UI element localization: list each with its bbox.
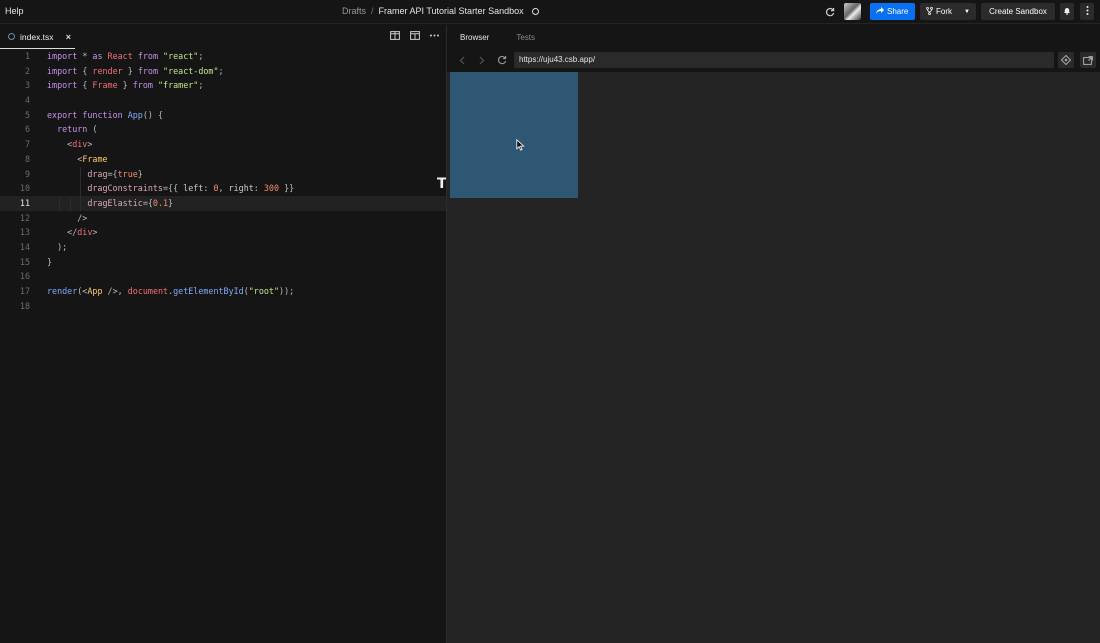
code-text: import { render } from "react-dom"; (47, 65, 224, 76)
code-area[interactable]: 1 import * as React from "react"; 2 import… (0, 49, 446, 313)
bell-icon (1063, 7, 1071, 17)
line-number: 5 (24, 109, 30, 120)
code-line: 8 <Frame (0, 152, 446, 167)
code-line: 14 ); (0, 240, 446, 255)
fork-icon (926, 6, 933, 17)
code-editor: index.tsx × 1 import * as React from "rea… (0, 25, 447, 643)
line-number: 7 (24, 139, 30, 150)
line-number: 1 (24, 51, 30, 61)
code-text: render(<App />, document.getElementById(… (47, 286, 295, 296)
share-icon (876, 7, 884, 16)
code-line: 16 (0, 269, 446, 284)
line-number: 17 (19, 286, 30, 296)
code-line: 3 import { Frame } from "framer"; (0, 78, 446, 93)
line-number: 9 (24, 168, 30, 179)
close-icon[interactable]: × (66, 32, 71, 42)
top-bar: Help Drafts / Framer API Tutorial Starte… (0, 0, 1100, 24)
editor-actions (389, 30, 440, 41)
code-text: ); (57, 241, 68, 252)
code-line: 5 export function App() { (0, 108, 446, 123)
preview-pane: Browser Tests (447, 25, 1100, 643)
open-new-window-icon[interactable] (1080, 52, 1096, 68)
code-text: <Frame (77, 153, 108, 164)
code-text: import * as React from "react"; (47, 51, 204, 61)
browser-url-bar (447, 49, 1100, 71)
globe-icon (531, 7, 539, 15)
url-actions (1058, 52, 1096, 68)
sandbox-title[interactable]: Framer API Tutorial Starter Sandbox (379, 6, 524, 16)
code-text: dragConstraints={{ left: 0, right: 300 }… (87, 183, 295, 194)
browser-viewport (447, 72, 1100, 643)
code-text: export function App() { (47, 109, 164, 120)
layout-icon[interactable] (409, 30, 420, 41)
url-input[interactable] (514, 52, 1054, 68)
code-line: 1 import * as React from "react"; (0, 49, 446, 64)
line-number: 16 (19, 271, 30, 282)
line-number: 11 (19, 197, 30, 208)
line-number: 15 (19, 256, 30, 267)
code-line: 10 dragConstraints={{ left: 0, right: 30… (0, 181, 446, 196)
tab-tests[interactable]: Tests (516, 33, 535, 42)
code-line: 12 /> (0, 211, 446, 226)
menu-help[interactable]: Help (5, 6, 24, 16)
code-line: 9 drag={true} (0, 166, 446, 182)
breadcrumb-drafts[interactable]: Drafts (342, 6, 366, 16)
fork-label: Fork (936, 7, 952, 16)
code-text: <div> (67, 139, 93, 150)
line-number: 2 (24, 65, 30, 76)
back-arrow-icon[interactable] (457, 55, 467, 65)
line-number: 3 (24, 80, 30, 91)
share-button[interactable]: Share (870, 3, 915, 20)
split-view-icon[interactable] (389, 30, 400, 41)
code-line: 15} (0, 255, 446, 270)
line-number: 12 (19, 212, 30, 223)
tab-index-tsx[interactable]: index.tsx × (0, 25, 75, 49)
line-number: 13 (19, 227, 30, 238)
refresh-icon[interactable] (824, 6, 836, 18)
line-number: 14 (19, 241, 30, 252)
code-text: drag={true} (87, 168, 143, 179)
reload-icon[interactable] (497, 55, 507, 65)
share-label: Share (887, 7, 909, 16)
line-number: 4 (24, 95, 30, 106)
tab-browser[interactable]: Browser (460, 33, 489, 42)
fork-button[interactable]: Fork ▼ (920, 3, 976, 20)
line-number: 10 (19, 183, 30, 194)
preview-tab-bar: Browser Tests (447, 25, 1100, 49)
avatar[interactable] (844, 3, 861, 20)
code-line: 2 import { render } from "react-dom"; (0, 64, 446, 79)
file-icon (8, 33, 15, 40)
chevron-down-icon[interactable]: ▼ (964, 9, 970, 15)
code-text: </div> (67, 227, 98, 238)
toolbar-actions: Share Fork ▼ Create Sandbox (824, 3, 1100, 20)
create-sandbox-button[interactable]: Create Sandbox (981, 3, 1055, 20)
tab-label: index.tsx (20, 31, 54, 42)
breadcrumb: Drafts / Framer API Tutorial Starter San… (342, 6, 539, 16)
code-text: dragElastic={0.1} (87, 197, 174, 208)
more-horizontal-icon[interactable] (429, 30, 440, 41)
code-text: import { Frame } from "framer"; (47, 80, 204, 91)
code-line: 13 </div> (0, 225, 446, 240)
code-text: /> (77, 212, 88, 223)
line-number: 8 (24, 153, 30, 164)
more-menu-button[interactable] (1080, 3, 1094, 20)
editor-tab-bar: index.tsx × (0, 25, 446, 49)
code-line: 6 return ( (0, 122, 446, 137)
line-number: 6 (24, 124, 30, 135)
pointer-cursor-icon (516, 138, 525, 156)
breadcrumb-separator: / (371, 6, 374, 16)
code-line: 7 <div> (0, 137, 446, 152)
code-line-active: 11 dragElastic={0.1} (0, 195, 446, 211)
code-line: 18 (0, 299, 446, 314)
code-text: } (47, 256, 53, 267)
code-line: 17 render(<App />, document.getElementByI… (0, 284, 446, 299)
notifications-button[interactable] (1060, 3, 1074, 20)
line-number: 18 (19, 300, 30, 311)
forward-arrow-icon[interactable] (477, 55, 487, 65)
more-vertical-icon (1086, 6, 1089, 17)
devtools-icon[interactable] (1058, 52, 1074, 68)
code-line: 4 (0, 93, 446, 108)
code-text: return ( (57, 124, 98, 135)
draggable-frame[interactable] (450, 72, 578, 198)
